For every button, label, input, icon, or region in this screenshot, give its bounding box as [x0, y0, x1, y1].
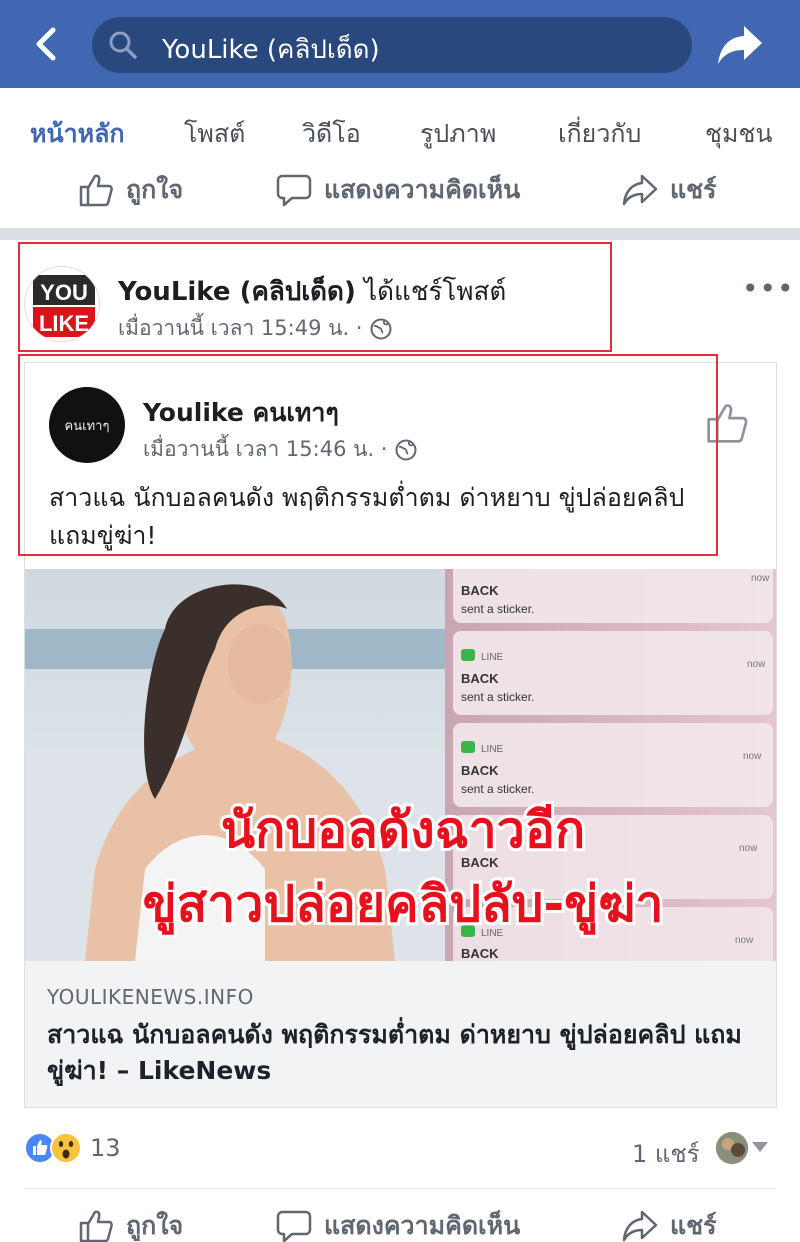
notif-message-1: sent a sticker. [461, 690, 534, 704]
share-button[interactable]: แชร์ [622, 1198, 717, 1242]
shared-post-card[interactable]: คนเทาๆ Youlike คนเทาๆ เมื่อวานนี้ เวลา 1… [24, 362, 777, 1108]
share-label: แชร์ [670, 175, 717, 204]
thumbs-up-icon [79, 174, 113, 207]
like-button[interactable]: ถูกใจ [78, 162, 183, 218]
notif-sender-2: BACK [461, 763, 499, 778]
notif-sender-4: BACK [461, 946, 499, 961]
thumbs-up-icon [79, 1210, 113, 1242]
notif-time-2: now [743, 751, 762, 762]
viewer-avatar[interactable] [716, 1132, 748, 1164]
comment-icon [276, 174, 312, 207]
svg-text:YOU: YOU [40, 280, 88, 305]
notif-time-0: now [751, 573, 770, 584]
tab-community[interactable]: ชุมชน [705, 114, 773, 154]
notif-time-1: now [747, 659, 766, 670]
globe-icon [395, 439, 417, 460]
notif-sender-0: BACK [461, 583, 499, 598]
post-time-text: เมื่อวานนี้ เวลา 15:49 น. · [118, 316, 363, 340]
share-icon [622, 174, 658, 206]
comment-button[interactable]: แสดงความคิดเห็น [276, 162, 520, 218]
share-label: แชร์ [670, 1211, 717, 1240]
youlike-logo-icon: YOU LIKE [25, 267, 99, 341]
profile-photo-icon [716, 1132, 748, 1164]
page-avatar[interactable]: YOU LIKE [24, 266, 100, 342]
page-name-link[interactable]: YouLike (คลิปเด็ด) [118, 277, 356, 307]
shared-page-name[interactable]: Youlike คนเทาๆ [143, 393, 339, 433]
comment-label: แสดงความคิดเห็น [324, 1211, 521, 1240]
search-bar[interactable]: YouLike (คลิปเด็ด) [92, 17, 692, 73]
search-icon [109, 31, 137, 59]
like-page-button[interactable] [705, 401, 749, 449]
actions-divider [24, 1188, 776, 1189]
tab-videos[interactable]: วิดีโอ [302, 114, 361, 154]
previous-post-actions: ถูกใจ แสดงความคิดเห็น แชร์ [0, 162, 800, 218]
comment-button[interactable]: แสดงความคิดเห็น [276, 1198, 520, 1242]
link-preview-image[interactable]: BACK sent a sticker. now LINE BACK sent … [25, 569, 776, 961]
tab-photos[interactable]: รูปภาพ [420, 114, 496, 154]
reaction-summary[interactable]: 13 [24, 1130, 121, 1166]
notif-app-1: LINE [481, 652, 504, 663]
news-thumbnail: BACK sent a sticker. now LINE BACK sent … [25, 569, 776, 961]
back-arrow-icon [36, 27, 56, 61]
like-label: ถูกใจ [126, 1211, 184, 1240]
shared-post-text: สาวแฉ นักบอลคนดัง พฤติกรรมต่ำตม ด่าหยาบ … [49, 483, 685, 550]
link-domain: YOULIKENEWS.INFO [47, 985, 254, 1009]
link-preview-footer[interactable]: YOULIKENEWS.INFO สาวแฉ นักบอลคนดัง พฤติก… [25, 961, 776, 1107]
feed-divider [0, 228, 800, 240]
more-options-button[interactable]: ••• [742, 272, 794, 305]
top-navigation-bar: YouLike (คลิปเด็ด) [0, 0, 800, 88]
notif-sender-1: BACK [461, 671, 499, 686]
notif-time-3: now [739, 843, 758, 854]
share-count[interactable]: 1 แชร์ [632, 1134, 700, 1173]
shared-time-text: เมื่อวานนี้ เวลา 15:46 น. · [143, 437, 388, 461]
share-arrow-icon [718, 26, 762, 64]
post-header-title: YouLike (คลิปเด็ด) ได้แชร์โพสต์ [118, 271, 506, 312]
link-title: สาวแฉ นักบอลคนดัง พฤติกรรมต่ำตม ด่าหยาบ … [47, 1020, 742, 1085]
share-icon [622, 1210, 658, 1242]
share-button[interactable]: แชร์ [622, 162, 717, 218]
tab-home[interactable]: หน้าหลัก [30, 114, 125, 154]
wow-reaction-icon [50, 1132, 82, 1164]
share-page-button[interactable] [712, 18, 768, 72]
post-timestamp[interactable]: เมื่อวานนี้ เวลา 15:49 น. · [118, 312, 392, 345]
shared-post-timestamp[interactable]: เมื่อวานนี้ เวลา 15:46 น. · [143, 433, 417, 466]
like-button[interactable]: ถูกใจ [78, 1198, 183, 1242]
notif-message-2: sent a sticker. [461, 782, 534, 796]
tab-about[interactable]: เกี่ยวกับ [558, 114, 641, 154]
comment-label: แสดงความคิดเห็น [324, 175, 521, 204]
notif-message-0: sent a sticker. [461, 602, 534, 616]
globe-icon [370, 318, 392, 339]
back-button[interactable] [22, 20, 70, 68]
thumbs-up-icon [707, 404, 748, 443]
notif-time-4: now [735, 935, 754, 946]
tab-posts[interactable]: โพสต์ [184, 114, 245, 154]
post-actions: ถูกใจ แสดงความคิดเห็น แชร์ [0, 1198, 800, 1242]
headline-line-1: นักบอลดังฉาวอีก [221, 801, 585, 859]
shared-post-action: ได้แชร์โพสต์ [364, 277, 507, 307]
notif-app-2: LINE [481, 744, 504, 755]
chevron-down-icon[interactable] [752, 1142, 768, 1152]
search-query-text: YouLike (คลิปเด็ด) [162, 35, 380, 65]
headline-line-2: ขู่สาวปล่อยคลิปลับ-ขู่ฆ่า [143, 875, 664, 935]
comment-icon [276, 1210, 312, 1242]
like-label: ถูกใจ [126, 175, 184, 204]
reaction-count: 13 [90, 1134, 121, 1162]
svg-text:LIKE: LIKE [39, 311, 89, 336]
shared-page-avatar[interactable]: คนเทาๆ [49, 387, 125, 463]
